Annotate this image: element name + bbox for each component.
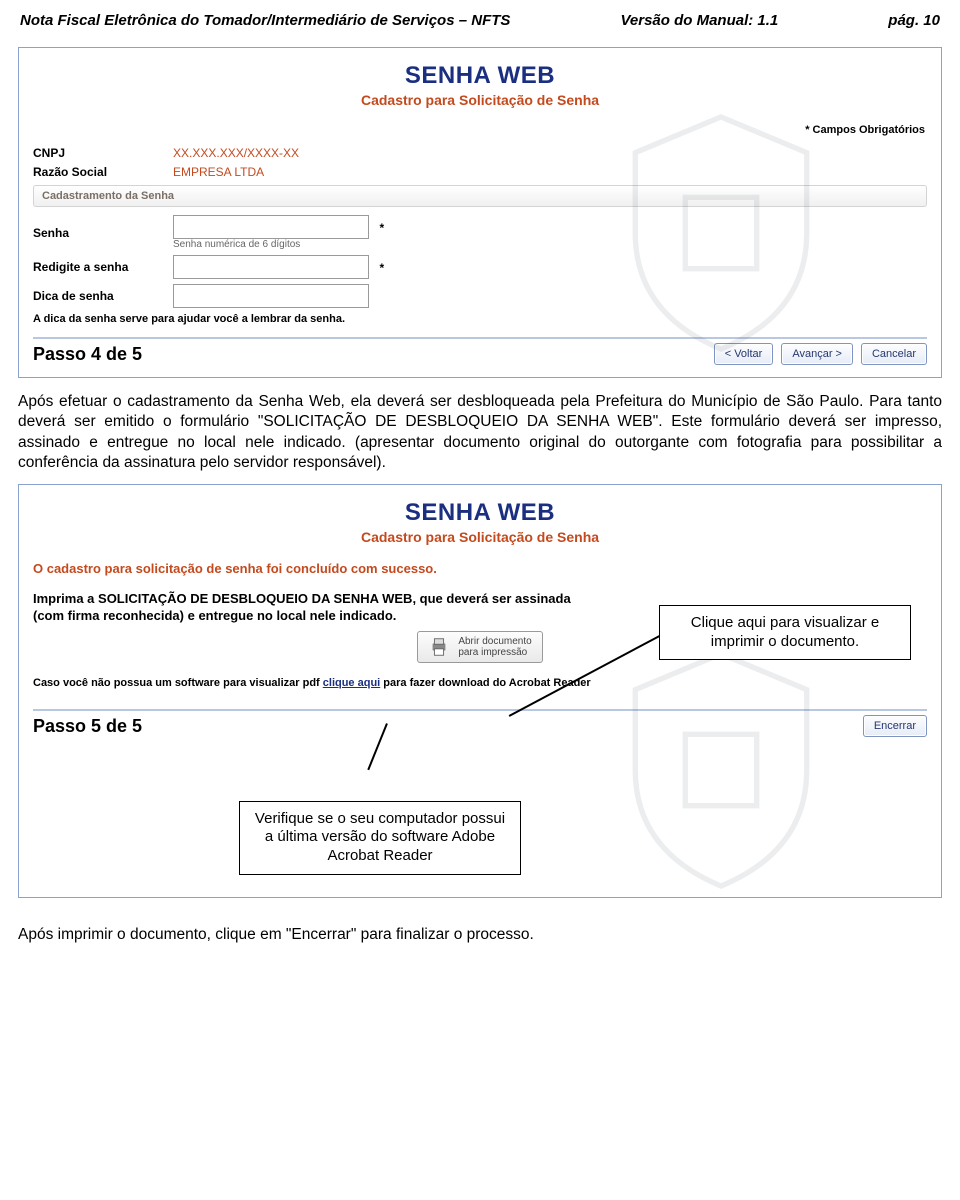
- razao-social-label: Razão Social: [33, 165, 173, 179]
- panel-subtitle: Cadastro para Solicitação de Senha: [33, 92, 927, 108]
- panel-subtitle: Cadastro para Solicitação de Senha: [33, 529, 927, 545]
- print-button-line2: para impressão: [458, 647, 527, 658]
- dica-senha-input[interactable]: [173, 284, 369, 308]
- razao-social-value: EMPRESA LTDA: [173, 165, 264, 179]
- section-divider: [33, 709, 927, 711]
- doc-header-right: pág. 10: [888, 12, 940, 29]
- doc-header-left: Nota Fiscal Eletrônica do Tomador/Interm…: [20, 12, 510, 29]
- redigite-required-asterisk: *: [379, 261, 384, 275]
- senha-required-asterisk: *: [379, 221, 384, 235]
- dica-senha-label: Dica de senha: [33, 289, 173, 303]
- print-button-line1: Abrir documento: [458, 636, 531, 647]
- redigite-senha-input[interactable]: [173, 255, 369, 279]
- callout-check-acrobat: Verifique se o seu computador possui a ú…: [239, 801, 521, 875]
- senha-web-panel-step5: Clique aqui para visualizar e imprimir o…: [18, 484, 942, 898]
- doc-header: Nota Fiscal Eletrônica do Tomador/Interm…: [18, 8, 942, 37]
- dica-senha-help: A dica da senha serve para ajudar você a…: [33, 313, 927, 325]
- panel-title: SENHA WEB: [33, 499, 927, 527]
- wizard-nav-row: Passo 4 de 5 < Voltar Avançar > Cancelar: [33, 343, 927, 365]
- download-acrobat-link[interactable]: clique aqui: [323, 677, 380, 689]
- success-message: O cadastro para solicitação de senha foi…: [33, 561, 927, 576]
- senha-input[interactable]: [173, 215, 369, 239]
- redigite-senha-label: Redigite a senha: [33, 260, 173, 274]
- abrir-documento-impressao-button[interactable]: Abrir documento para impressão: [417, 631, 542, 663]
- senha-label: Senha: [33, 226, 173, 240]
- section-divider: [33, 337, 927, 339]
- pdf-reader-note: Caso você não possua um software para vi…: [33, 677, 927, 689]
- doc-header-center: Versão do Manual: 1.1: [620, 12, 778, 29]
- required-fields-note: * Campos Obrigatórios: [33, 124, 925, 136]
- cancelar-button[interactable]: Cancelar: [861, 343, 927, 365]
- senha-web-panel-step4: SENHA WEB Cadastro para Solicitação de S…: [18, 47, 942, 378]
- callout-click-to-print: Clique aqui para visualizar e imprimir o…: [659, 605, 911, 661]
- panel-title: SENHA WEB: [33, 62, 927, 90]
- group-cadastramento-senha: Cadastramento da Senha: [33, 185, 927, 207]
- pdf-note-pre: Caso você não possua um software para vi…: [33, 677, 323, 689]
- instruction-paragraph-1: Após efetuar o cadastramento da Senha We…: [18, 392, 942, 474]
- cnpj-value: XX.XXX.XXX/XXXX-XX: [173, 146, 299, 160]
- encerrar-button[interactable]: Encerrar: [863, 715, 927, 737]
- step-indicator: Passo 4 de 5: [33, 344, 142, 365]
- voltar-button[interactable]: < Voltar: [714, 343, 774, 365]
- print-instruction: Imprima a SOLICITAÇÃO DE DESBLOQUEIO DA …: [33, 590, 593, 625]
- printer-icon: [428, 636, 450, 658]
- senha-hint: Senha numérica de 6 dígitos: [173, 239, 384, 250]
- footer-instruction: Após imprimir o documento, clique em "En…: [18, 926, 942, 944]
- avancar-button[interactable]: Avançar >: [781, 343, 853, 365]
- step-indicator: Passo 5 de 5: [33, 716, 142, 737]
- cnpj-label: CNPJ: [33, 146, 173, 160]
